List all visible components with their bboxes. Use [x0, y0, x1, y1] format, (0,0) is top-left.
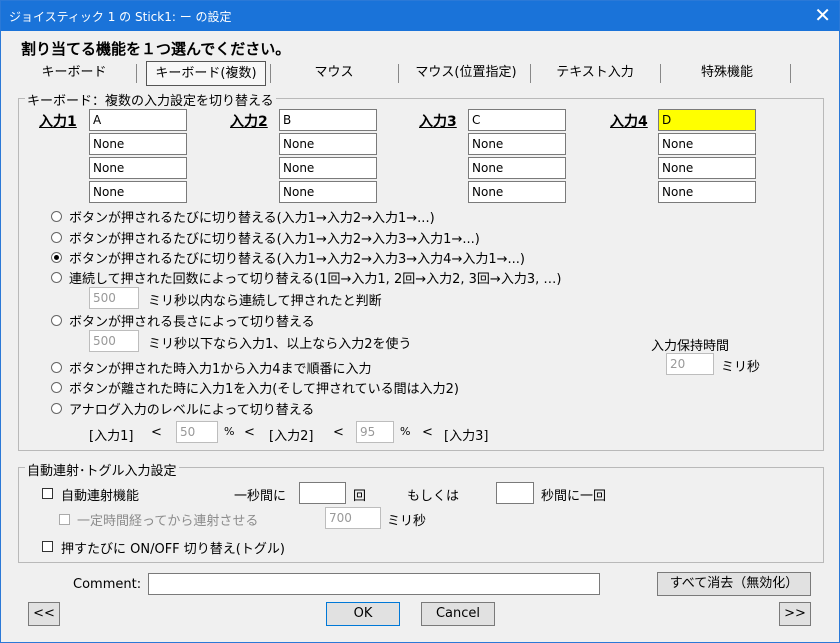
input1-key2-field[interactable]: None — [89, 133, 187, 155]
analog-threshold1-field[interactable]: 50 — [176, 421, 218, 443]
option-radio-toggle-4[interactable] — [51, 252, 62, 263]
toggle-label: 押すたびに ON/OFF 切り替え(トグル) — [61, 542, 285, 557]
tab-mouse-position[interactable]: マウス(位置指定) — [402, 61, 530, 86]
comment-label: Comment: — [73, 577, 142, 592]
next-button[interactable]: >> — [779, 602, 811, 626]
input4-label: 入力4 — [610, 114, 648, 130]
length-ms-label: ミリ秒以下なら入力1、以上なら入力2を使う — [148, 337, 412, 352]
tab-special[interactable]: 特殊機能 — [664, 61, 790, 86]
analog-percent2: % — [400, 425, 411, 438]
tab-keyboard-multiple[interactable]: キーボード(複数) — [146, 61, 266, 86]
option-radio-toggle-2[interactable] — [51, 211, 62, 222]
input2-key4-field[interactable]: None — [279, 181, 377, 203]
instruction-heading: 割り当てる機能を１つ選んでください。 — [21, 40, 291, 58]
input3-key3-field[interactable]: None — [468, 157, 566, 179]
consecutive-ms-label: ミリ秒以内なら連続して押されたと判断 — [148, 294, 382, 309]
hold-time-field[interactable]: 20 — [666, 353, 714, 375]
hold-time-unit: ミリ秒 — [721, 360, 761, 375]
auto-fire-checkbox[interactable] — [42, 488, 53, 499]
per-second-label: 一秒間に — [234, 489, 287, 504]
analog-less-than: < — [422, 425, 433, 440]
analog-percent1: % — [224, 425, 235, 438]
input2-key3-field[interactable]: None — [279, 157, 377, 179]
input3-label: 入力3 — [419, 114, 457, 130]
analog-input1-label: [入力1] — [89, 429, 134, 444]
input4-key1-field[interactable]: D — [658, 109, 756, 131]
input2-label: 入力2 — [230, 114, 268, 130]
option-label-toggle-3: ボタンが押されるたびに切り替える(入力1→入力2→入力3→入力1→...) — [69, 232, 480, 247]
hold-time-label: 入力保持時間 — [651, 339, 730, 354]
analog-input2-label: [入力2] — [269, 429, 314, 444]
tab-separator — [790, 64, 791, 83]
fire-count-field[interactable] — [299, 482, 346, 504]
toggle-checkbox[interactable] — [42, 541, 53, 552]
analog-threshold2-field[interactable]: 95 — [356, 421, 394, 443]
analog-less-than: < — [244, 425, 255, 440]
option-radio-release[interactable] — [51, 382, 62, 393]
input4-key4-field[interactable]: None — [658, 181, 756, 203]
option-label-press-count: 連続して押された回数によって切り替える(1回→入力1, 2回→入力2, 3回→入… — [69, 272, 562, 287]
option-label-toggle-2: ボタンが押されるたびに切り替える(入力1→入力2→入力1→...) — [69, 211, 435, 226]
option-label-press-length: ボタンが押される長さによって切り替える — [69, 315, 315, 330]
option-radio-sequential[interactable] — [51, 362, 62, 373]
tab-separator — [136, 64, 137, 83]
input2-key2-field[interactable]: None — [279, 133, 377, 155]
length-ms-field[interactable]: 500 — [89, 330, 139, 352]
input1-key4-field[interactable]: None — [89, 181, 187, 203]
keyboard-group-title: キーボード：複数の入力設定を切り替える — [25, 90, 276, 109]
comment-field[interactable] — [148, 573, 600, 595]
tab-keyboard[interactable]: キーボード — [18, 61, 130, 86]
consecutive-ms-field[interactable]: 500 — [89, 287, 139, 309]
tab-separator — [530, 64, 531, 83]
auto-fire-label: 自動連射機能 — [61, 489, 140, 504]
input4-key3-field[interactable]: None — [658, 157, 756, 179]
fire-count-unit: 回 — [353, 489, 367, 504]
option-radio-press-count[interactable] — [51, 272, 62, 283]
tab-separator — [660, 64, 661, 83]
input2-key1-field[interactable]: B — [279, 109, 377, 131]
option-label-sequential: ボタンが押された時入力1から入力4まで順番に入力 — [69, 362, 372, 377]
input1-key1-field[interactable]: A — [89, 109, 187, 131]
function-tabs: キーボード キーボード(複数) マウス マウス(位置指定) テキスト入力 特殊機… — [18, 61, 823, 86]
window-title: ジョイスティック 1 の Stick1: ー の設定 — [9, 10, 232, 24]
ok-button[interactable]: OK — [326, 602, 400, 626]
input3-key4-field[interactable]: None — [468, 181, 566, 203]
delay-fire-label: 一定時間経ってから連射させる — [77, 514, 259, 529]
tab-text-input[interactable]: テキスト入力 — [532, 61, 658, 86]
option-label-analog: アナログ入力のレベルによって切り替える — [69, 403, 315, 418]
analog-input3-label: [入力3] — [444, 429, 489, 444]
previous-button[interactable]: << — [28, 602, 60, 626]
clear-all-button[interactable]: すべて消去（無効化） — [657, 572, 811, 596]
title-bar: ジョイスティック 1 の Stick1: ー の設定 ✕ — [1, 1, 839, 31]
input3-key1-field[interactable]: C — [468, 109, 566, 131]
delay-fire-checkbox[interactable] — [59, 514, 70, 525]
option-label-toggle-4: ボタンが押されるたびに切り替える(入力1→入力2→入力3→入力4→入力1→...… — [69, 252, 525, 267]
fire-seconds-field[interactable] — [496, 482, 534, 504]
option-radio-analog[interactable] — [51, 403, 62, 414]
option-radio-press-length[interactable] — [51, 315, 62, 326]
fire-seconds-label: 秒間に一回 — [541, 489, 607, 504]
tab-separator — [270, 64, 271, 83]
input1-key3-field[interactable]: None — [89, 157, 187, 179]
cancel-button[interactable]: Cancel — [421, 602, 495, 626]
input3-key2-field[interactable]: None — [468, 133, 566, 155]
auto-fire-group-title: 自動連射･トグル入力設定 — [25, 460, 179, 479]
analog-less-than: < — [151, 425, 162, 440]
input4-key2-field[interactable]: None — [658, 133, 756, 155]
option-radio-toggle-3[interactable] — [51, 232, 62, 243]
or-label: もしくは — [407, 489, 460, 504]
close-icon[interactable]: ✕ — [814, 4, 831, 26]
delay-ms-unit: ミリ秒 — [387, 514, 427, 529]
tab-separator — [398, 64, 399, 83]
analog-less-than: < — [333, 425, 344, 440]
input1-label: 入力1 — [39, 114, 77, 130]
tab-mouse[interactable]: マウス — [274, 61, 394, 86]
option-label-release: ボタンが離された時に入力1を入力(そして押されている間は入力2) — [69, 382, 459, 397]
delay-ms-field[interactable]: 700 — [325, 507, 381, 529]
settings-dialog: ジョイスティック 1 の Stick1: ー の設定 ✕ 割り当てる機能を１つ選… — [0, 0, 840, 643]
